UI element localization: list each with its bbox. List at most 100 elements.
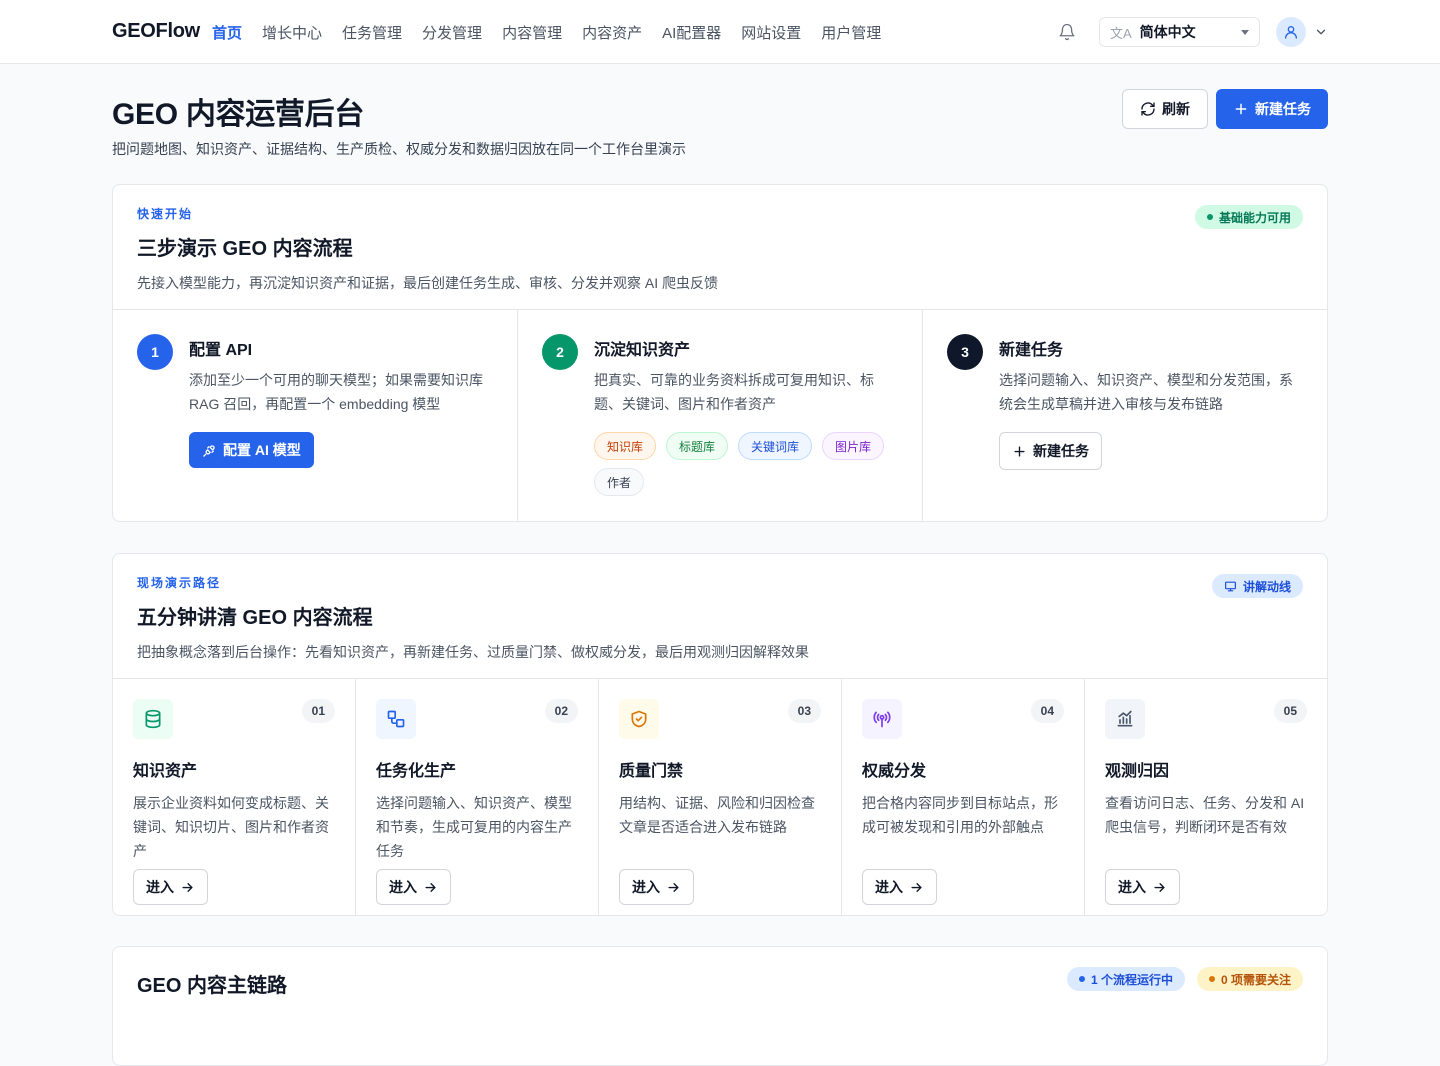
step-badge: 05: [1273, 699, 1307, 723]
status-dot: [1206, 214, 1213, 220]
main-chain-card: GEO 内容主链路 1 个流程运行中 0 项需要关注: [112, 946, 1328, 1066]
step-desc: 添加至少一个可用的聊天模型；如果需要知识库 RAG 召回，再配置一个 embed…: [189, 372, 483, 412]
step-number: 1: [137, 334, 173, 370]
demo-eyebrow: 现场演示路径: [137, 576, 222, 590]
step-desc: 把真实、可靠的业务资料拆成可复用知识、标题、关键词、图片和作者资产: [594, 372, 874, 412]
enter-label: 进入: [389, 879, 417, 895]
nav-item-ai-config[interactable]: AI配置器: [662, 22, 721, 43]
refresh-button[interactable]: 刷新: [1122, 89, 1208, 129]
caret-down-icon: [1241, 29, 1249, 35]
analytics-icon: [1105, 699, 1145, 739]
quickstart-card: 快速开始 三步演示 GEO 内容流程 先接入模型能力，再沉淀知识资产和证据，最后…: [112, 184, 1328, 522]
arrow-right-icon: [668, 882, 679, 892]
path-card-title: 权威分发: [862, 763, 927, 780]
enter-production-button[interactable]: 进入: [376, 869, 451, 905]
nav-item-site-settings[interactable]: 网站设置: [741, 22, 801, 43]
nav-item-content[interactable]: 内容管理: [502, 22, 562, 43]
walkthrough-badge: 讲解动线: [1211, 574, 1303, 598]
step-badge: 04: [1030, 699, 1064, 723]
step-badge: 03: [787, 699, 821, 723]
top-navbar: GEOFlow 首页 增长中心 任务管理 分发管理 内容管理 内容资产 AI配置…: [0, 0, 1440, 64]
path-card-title: 质量门禁: [619, 763, 684, 780]
status-badge: 基础能力可用: [1194, 205, 1303, 229]
enter-knowledge-button[interactable]: 进入: [133, 869, 208, 905]
enter-distribution-button[interactable]: 进入: [862, 869, 937, 905]
path-card-title: 知识资产: [133, 763, 198, 780]
step-number: 3: [947, 334, 983, 370]
quickstart-eyebrow: 快速开始: [137, 207, 194, 221]
enter-quality-button[interactable]: 进入: [619, 869, 694, 905]
plus-icon: [1014, 445, 1025, 457]
main-chain-head: GEO 内容主链路 1 个流程运行中 0 项需要关注: [113, 947, 1327, 998]
step-title: 沉淀知识资产: [594, 342, 691, 359]
nav-item-growth[interactable]: 增长中心: [262, 22, 322, 43]
step-badge: 02: [544, 699, 578, 723]
arrow-right-icon: [425, 882, 436, 892]
step-title: 新建任务: [999, 342, 1064, 359]
main-menu: 首页 增长中心 任务管理 分发管理 内容管理 内容资产 AI配置器 网站设置 用…: [212, 0, 881, 64]
user-avatar[interactable]: [1276, 17, 1306, 47]
nav-item-distribution[interactable]: 分发管理: [422, 22, 482, 43]
step-new-task: 3 新建任务 选择问题输入、知识资产、模型和分发范围，系统会生成草稿并进入审核与…: [923, 310, 1327, 521]
tag-title-library[interactable]: 标题库: [666, 432, 729, 460]
step-title: 配置 API: [189, 342, 253, 359]
enter-attribution-button[interactable]: 进入: [1105, 869, 1180, 905]
language-select[interactable]: 文A 简体中文: [1099, 17, 1260, 47]
step-number: 2: [542, 334, 578, 370]
running-dot: [1078, 976, 1085, 982]
language-label: 简体中文: [1139, 24, 1196, 40]
broadcast-icon: [862, 699, 902, 739]
attention-badge: 0 项需要关注: [1196, 967, 1303, 991]
running-badge-label: 1 个流程运行中: [1090, 972, 1173, 987]
chevron-down-icon[interactable]: [1314, 25, 1328, 39]
configure-ai-model-label: 配置 AI 模型: [223, 442, 301, 458]
shield-check-icon: [619, 699, 659, 739]
tag-image-library[interactable]: 图片库: [822, 432, 885, 460]
demo-head: 现场演示路径 五分钟讲清 GEO 内容流程 把抽象概念落到后台操作：先看知识资产…: [113, 554, 1327, 662]
enter-label: 进入: [1118, 879, 1146, 895]
enter-label: 进入: [875, 879, 903, 895]
demo-path-card: 现场演示路径 五分钟讲清 GEO 内容流程 把抽象概念落到后台操作：先看知识资产…: [112, 553, 1328, 916]
step-new-task-label: 新建任务: [1033, 443, 1089, 459]
demo-title: 五分钟讲清 GEO 内容流程: [137, 607, 373, 629]
nav-item-assets[interactable]: 内容资产: [582, 22, 642, 43]
refresh-label: 刷新: [1162, 101, 1190, 117]
new-task-label: 新建任务: [1255, 101, 1311, 117]
nav-item-home[interactable]: 首页: [212, 22, 242, 43]
nav-right-tools: 文A 简体中文: [1057, 0, 1328, 64]
configure-ai-model-button[interactable]: 配置 AI 模型: [189, 432, 314, 468]
path-card-title: 任务化生产: [376, 763, 457, 780]
nav-item-tasks[interactable]: 任务管理: [342, 22, 402, 43]
user-icon: [1285, 26, 1297, 39]
path-card-desc: 查看访问日志、任务、分发和 AI 爬虫信号，判断闭环是否有效: [1105, 795, 1305, 835]
step-knowledge-assets: 2 沉淀知识资产 把真实、可靠的业务资料拆成可复用知识、标题、关键词、图片和作者…: [518, 310, 923, 521]
page-subtitle: 把问题地图、知识资产、证据结构、生产质检、权威分发和数据归因放在同一个工作台里演…: [112, 141, 686, 157]
asset-tags: 知识库 标题库 关键词库 图片库 作者: [594, 432, 894, 496]
plug-icon: [203, 444, 215, 457]
arrow-right-icon: [911, 882, 922, 892]
arrow-right-icon: [182, 882, 193, 892]
translate-icon: 文A: [1110, 25, 1132, 41]
tag-knowledge-base[interactable]: 知识库: [594, 432, 657, 460]
walkthrough-badge-label: 讲解动线: [1242, 579, 1291, 594]
presentation-icon: [1225, 581, 1236, 591]
path-card-desc: 把合格内容同步到目标站点，形成可被发现和引用的外部触点: [862, 795, 1058, 835]
tag-keyword-library[interactable]: 关键词库: [738, 432, 813, 460]
brand-logo[interactable]: GEOFlow: [112, 20, 200, 43]
refresh-icon: [1141, 102, 1155, 116]
demo-path-steps: 01 知识资产 展示企业资料如何变成标题、关键词、知识切片、图片和作者资产 进入…: [113, 678, 1327, 915]
tag-author[interactable]: 作者: [594, 468, 645, 496]
step-new-task-button[interactable]: 新建任务: [999, 432, 1102, 470]
demo-desc: 把抽象概念落到后台操作：先看知识资产，再新建任务、过质量门禁、做权威分发，最后用…: [137, 644, 809, 660]
nav-item-users[interactable]: 用户管理: [821, 22, 881, 43]
bell-icon[interactable]: [1057, 22, 1077, 42]
enter-label: 进入: [632, 879, 660, 895]
quickstart-head: 快速开始 三步演示 GEO 内容流程 先接入模型能力，再沉淀知识资产和证据，最后…: [113, 185, 1327, 293]
quickstart-steps: 1 配置 API 添加至少一个可用的聊天模型；如果需要知识库 RAG 召回，再配…: [113, 309, 1327, 521]
step-configure-api: 1 配置 API 添加至少一个可用的聊天模型；如果需要知识库 RAG 召回，再配…: [113, 310, 518, 521]
path-card-knowledge: 01 知识资产 展示企业资料如何变成标题、关键词、知识切片、图片和作者资产 进入: [113, 679, 356, 915]
page-header: GEO 内容运营后台 把问题地图、知识资产、证据结构、生产质检、权威分发和数据归…: [112, 89, 1328, 159]
arrow-right-icon: [1154, 882, 1165, 892]
database-icon: [133, 699, 173, 739]
new-task-button[interactable]: 新建任务: [1216, 89, 1328, 129]
